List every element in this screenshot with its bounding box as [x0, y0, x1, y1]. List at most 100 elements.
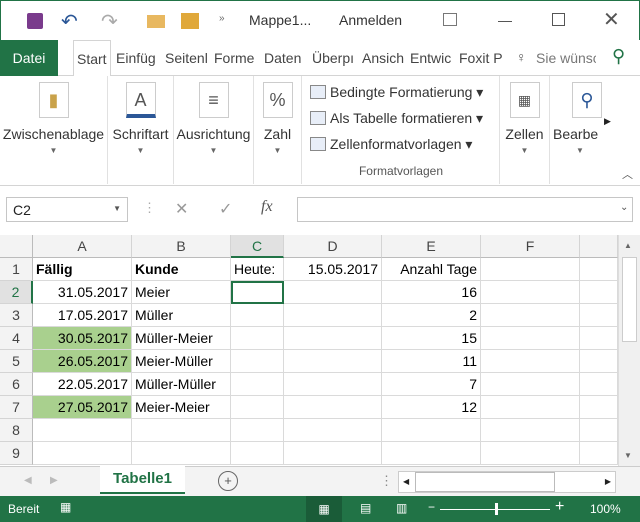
cell-G9[interactable] — [580, 442, 618, 465]
zoom-level[interactable]: 100% — [590, 502, 621, 516]
column-header-d[interactable]: D — [284, 235, 382, 258]
cells-group[interactable]: ▦ Zellen ▼ — [500, 76, 550, 184]
collapse-ribbon-icon[interactable]: ︿ — [622, 166, 633, 182]
zoom-in-icon[interactable]: + — [555, 498, 564, 516]
column-header-c[interactable]: C — [231, 235, 284, 258]
minimize-icon[interactable] — [498, 21, 512, 22]
cell-A7[interactable]: 27.05.2017 — [33, 396, 132, 419]
name-box[interactable]: C2 ▼ — [6, 197, 128, 222]
alignment-group[interactable]: ≡ Ausrichtung ▼ — [174, 76, 254, 184]
cell-C6[interactable] — [231, 373, 284, 396]
cell-D7[interactable] — [284, 396, 382, 419]
cell-D1[interactable]: 15.05.2017 — [284, 258, 382, 281]
cell-A4[interactable]: 30.05.2017 — [33, 327, 132, 350]
cell-C1[interactable]: Heute: — [231, 258, 284, 281]
cell-A2[interactable]: 31.05.2017 — [33, 281, 132, 304]
select-all[interactable] — [0, 235, 33, 258]
cell-C7[interactable] — [231, 396, 284, 419]
cell-G5[interactable] — [580, 350, 618, 373]
conditional-formatting-button[interactable]: Bedingte Formatierung ▾ — [310, 84, 483, 101]
cell-C5[interactable] — [231, 350, 284, 373]
tab-foxit[interactable]: Foxit P — [459, 50, 503, 66]
tab-data[interactable]: Daten — [264, 50, 308, 66]
tab-formulas[interactable]: Forme — [214, 50, 258, 66]
cell-G3[interactable] — [580, 304, 618, 327]
cell-F3[interactable] — [481, 304, 580, 327]
cell-G6[interactable] — [580, 373, 618, 396]
cell-D5[interactable] — [284, 350, 382, 373]
close-icon[interactable]: ✕ — [603, 7, 620, 32]
cell-B2[interactable]: Meier — [132, 281, 231, 304]
cell-D3[interactable] — [284, 304, 382, 327]
cell-E2[interactable]: 16 — [382, 281, 481, 304]
row-header-6[interactable]: 6 — [0, 373, 33, 396]
cell-D2[interactable] — [284, 281, 382, 304]
insert-function-icon[interactable]: fx — [261, 198, 273, 216]
column-header-a[interactable]: A — [33, 235, 132, 258]
cell-B9[interactable] — [132, 442, 231, 465]
cell-A5[interactable]: 26.05.2017 — [33, 350, 132, 373]
cell-B1[interactable]: Kunde — [132, 258, 231, 281]
cell-G4[interactable] — [580, 327, 618, 350]
cell-G2[interactable] — [580, 281, 618, 304]
cell-A9[interactable] — [33, 442, 132, 465]
tab-file[interactable]: Datei — [0, 40, 58, 76]
cell-C2[interactable] — [231, 281, 284, 304]
tab-start[interactable]: Start — [73, 40, 111, 77]
clipboard-group[interactable]: ▮ Zwischenablage ▼ — [0, 76, 108, 184]
row-header-2[interactable]: 2 — [0, 281, 33, 304]
cell-A1[interactable]: Fällig — [33, 258, 132, 281]
ribbon-scroll-right-icon[interactable]: ▶ — [604, 116, 611, 127]
row-header-9[interactable]: 9 — [0, 442, 33, 465]
cell-G1[interactable] — [580, 258, 618, 281]
cell-F4[interactable] — [481, 327, 580, 350]
column-header-g[interactable] — [580, 235, 618, 258]
column-header-f[interactable]: F — [481, 235, 580, 258]
cell-E6[interactable]: 7 — [382, 373, 481, 396]
column-header-b[interactable]: B — [132, 235, 231, 258]
cancel-icon[interactable]: ✕ — [175, 199, 188, 219]
ribbon-display-icon[interactable] — [443, 13, 457, 26]
redo-icon[interactable]: ↷ — [101, 9, 118, 34]
row-header-4[interactable]: 4 — [0, 327, 33, 350]
font-group[interactable]: A Schriftart ▼ — [108, 76, 174, 184]
cell-E3[interactable]: 2 — [382, 304, 481, 327]
prev-sheet-icon[interactable]: ◀ — [24, 475, 32, 486]
cell-F5[interactable] — [481, 350, 580, 373]
expand-formula-icon[interactable]: ⌄ — [620, 202, 628, 213]
macro-record-icon[interactable]: ▦ — [60, 500, 71, 514]
save-icon[interactable] — [27, 13, 43, 29]
enter-icon[interactable]: ✓ — [219, 199, 232, 219]
cell-A3[interactable]: 17.05.2017 — [33, 304, 132, 327]
cell-E1[interactable]: Anzahl Tage — [382, 258, 481, 281]
horizontal-scrollbar[interactable]: ◀ ▶ — [398, 471, 616, 493]
cell-B7[interactable]: Meier-Meier — [132, 396, 231, 419]
cell-E9[interactable] — [382, 442, 481, 465]
cell-E5[interactable]: 11 — [382, 350, 481, 373]
row-header-7[interactable]: 7 — [0, 396, 33, 419]
cell-G8[interactable] — [580, 419, 618, 442]
cell-A8[interactable] — [33, 419, 132, 442]
cell-F2[interactable] — [481, 281, 580, 304]
cell-C9[interactable] — [231, 442, 284, 465]
row-header-5[interactable]: 5 — [0, 350, 33, 373]
cell-B4[interactable]: Müller-Meier — [132, 327, 231, 350]
tab-insert[interactable]: Einfüg — [116, 50, 162, 66]
maximize-icon[interactable] — [552, 13, 565, 26]
share-user-icon[interactable]: ⚲ — [612, 46, 625, 67]
cell-E8[interactable] — [382, 419, 481, 442]
cell-D8[interactable] — [284, 419, 382, 442]
vertical-scrollbar[interactable]: ▲ ▼ — [618, 235, 640, 466]
scroll-thumb[interactable] — [415, 472, 555, 492]
page-layout-view-icon[interactable]: ▤ — [360, 501, 371, 515]
cell-C3[interactable] — [231, 304, 284, 327]
cell-F9[interactable] — [481, 442, 580, 465]
cell-styles-button[interactable]: Zellenformatvorlagen ▾ — [310, 136, 472, 153]
cell-E7[interactable]: 12 — [382, 396, 481, 419]
editing-group[interactable]: ⚲ Bearbe ▼ — [550, 76, 610, 184]
zoom-out-icon[interactable]: − — [428, 500, 435, 514]
add-sheet-icon[interactable]: + — [218, 471, 238, 491]
scroll-left-icon[interactable]: ◀ — [403, 477, 409, 486]
number-group[interactable]: % Zahl ▼ — [254, 76, 302, 184]
cell-F7[interactable] — [481, 396, 580, 419]
